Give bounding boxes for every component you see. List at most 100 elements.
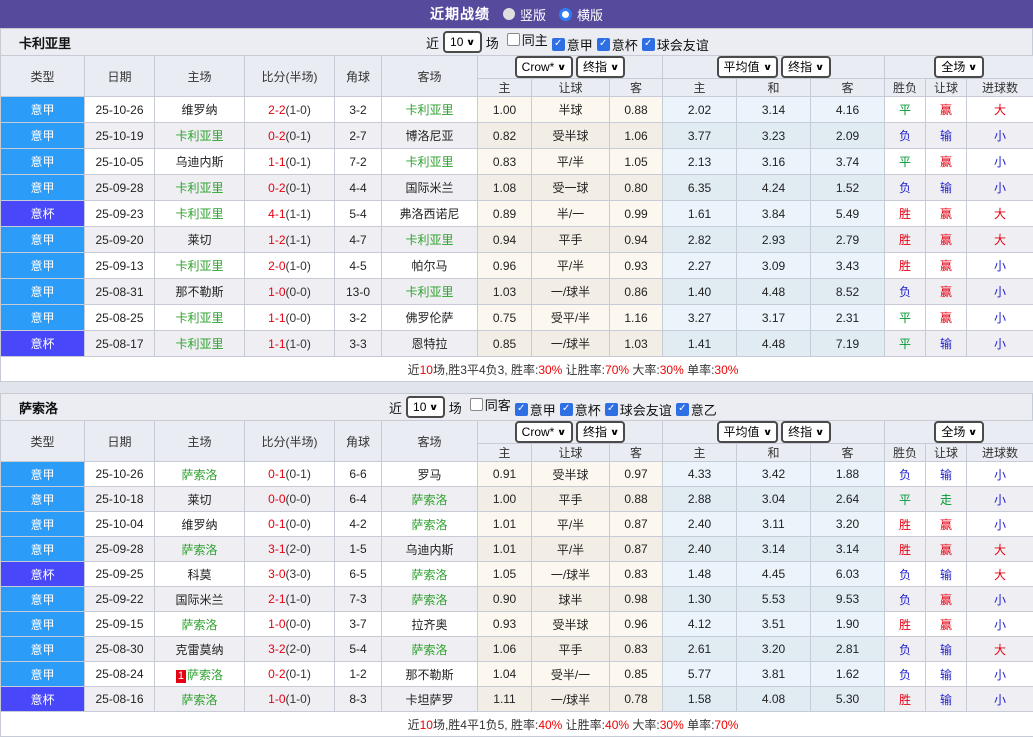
home-team-cell: 卡利亚里	[155, 305, 245, 331]
section-divider	[0, 382, 1033, 393]
chevron-down-icon: ∨	[429, 403, 439, 412]
checkbox-icon[interactable]: ✓	[605, 403, 618, 416]
final-index-select[interactable]: 终指∨	[576, 56, 625, 78]
halftime-score: (2-0)	[286, 642, 311, 656]
result-outcome: 负	[885, 637, 926, 662]
result-outcome: 胜	[885, 687, 926, 712]
result-outcome: 负	[885, 662, 926, 687]
bookmaker-select[interactable]: Crow*∨	[515, 421, 573, 443]
filter-checkbox[interactable]: ✓意杯	[597, 35, 638, 54]
scope-select[interactable]: 全场∨	[934, 421, 983, 443]
result-handicap: 赢	[926, 305, 967, 331]
avg-away-odds: 5.49	[811, 201, 885, 227]
result-goals: 小	[967, 253, 1033, 279]
halftime-score: (0-1)	[286, 467, 311, 481]
games-prefix-label: 近	[389, 398, 402, 417]
final-index-select[interactable]: 终指∨	[576, 421, 625, 443]
checkbox-icon[interactable]	[507, 33, 520, 46]
final-index2-select[interactable]: 终指∨	[781, 56, 830, 78]
radio-unselected-icon[interactable]	[559, 8, 572, 21]
league-type-cell: 意甲	[1, 97, 85, 123]
handicap-home-odds: 1.08	[478, 175, 532, 201]
chevron-down-icon: ∨	[557, 63, 567, 72]
away-team-name: 卡利亚里	[405, 285, 453, 299]
games-count-select[interactable]: 10∨	[406, 396, 445, 418]
filter-checkbox[interactable]: ✓意乙	[676, 400, 717, 419]
handicap-line: 受平/半	[532, 305, 610, 331]
match-date: 25-09-20	[85, 227, 155, 253]
league-type-cell: 意杯	[1, 562, 85, 587]
away-team-name: 帕尔马	[411, 259, 447, 273]
checkbox-icon[interactable]: ✓	[515, 403, 528, 416]
summary-row: 近10场,胜3平4负3, 胜率:30% 让胜率:70% 大率:30% 单率:30…	[1, 357, 1033, 382]
fulltime-group-header: 全场∨	[885, 56, 1033, 79]
halftime-score: (1-1)	[286, 207, 311, 221]
checkbox-icon[interactable]: ✓	[597, 38, 610, 51]
fulltime-score: 2-0	[268, 259, 285, 273]
layout-radio-horizontal[interactable]: 横版	[559, 5, 603, 24]
home-team-cell: 科莫	[155, 562, 245, 587]
match-date: 25-09-28	[85, 537, 155, 562]
sub-header-result: 胜负	[885, 444, 926, 462]
home-team-cell: 卡利亚里	[155, 201, 245, 227]
filter-checkbox[interactable]: ✓意杯	[560, 400, 601, 419]
corner-score: 13-0	[335, 279, 382, 305]
avg-home-odds: 3.77	[663, 123, 737, 149]
home-team-name: 卡利亚里	[175, 207, 223, 221]
result-outcome: 负	[885, 462, 926, 487]
home-team-cell: 卡利亚里	[155, 123, 245, 149]
away-team-name: 佛罗伦萨	[405, 311, 453, 325]
filter-checkbox[interactable]: ✓球会友谊	[642, 35, 709, 54]
sub-header-avg-away: 客	[811, 79, 885, 97]
home-team-name: 国际米兰	[175, 593, 223, 607]
handicap-home-odds: 0.89	[478, 201, 532, 227]
col-header-type: 类型	[1, 56, 85, 97]
fulltime-score: 1-2	[268, 233, 285, 247]
home-team-name: 卡利亚里	[175, 311, 223, 325]
sub-header-avg-draw: 和	[737, 79, 811, 97]
checkbox-icon[interactable]: ✓	[676, 403, 689, 416]
filter-checkbox[interactable]: ✓意甲	[515, 400, 556, 419]
checkbox-icon[interactable]: ✓	[642, 38, 655, 51]
handicap-line: 受半/一	[532, 662, 610, 687]
match-row: 意甲25-08-30克雷莫纳3-2(2-0)5-4萨索洛1.06平手0.832.…	[1, 637, 1033, 662]
scope-select[interactable]: 全场∨	[934, 56, 983, 78]
home-team-cell: 那不勒斯	[155, 279, 245, 305]
layout-radio-vertical[interactable]: 竖版	[503, 5, 546, 24]
result-handicap: 赢	[926, 279, 967, 305]
filter-checkbox[interactable]: 同客	[470, 395, 511, 414]
games-count-select[interactable]: 10∨	[443, 31, 482, 53]
handicap-line: 平/半	[532, 537, 610, 562]
handicap-group-header: Crow*∨ 终指∨	[478, 421, 663, 444]
avg-away-odds: 3.43	[811, 253, 885, 279]
bookmaker-select[interactable]: Crow*∨	[515, 56, 573, 78]
radio-selected-icon[interactable]	[503, 8, 515, 20]
filter-checkbox[interactable]: ✓意甲	[552, 35, 593, 54]
sub-header-goals-result: 进球数	[967, 79, 1033, 97]
final-index2-select[interactable]: 终指∨	[781, 421, 830, 443]
checkbox-icon[interactable]: ✓	[552, 38, 565, 51]
match-row: 意甲25-10-04维罗纳0-1(0-0)4-2萨索洛1.01平/半0.872.…	[1, 512, 1033, 537]
away-team-name: 萨索洛	[411, 593, 447, 607]
summary-value: 30%	[660, 718, 684, 732]
average-select[interactable]: 平均值∨	[717, 421, 778, 443]
chevron-down-icon: ∨	[762, 63, 772, 72]
away-team-name: 萨索洛	[411, 518, 447, 532]
corner-score: 1-2	[335, 662, 382, 687]
result-handicap: 输	[926, 123, 967, 149]
handicap-home-odds: 1.03	[478, 279, 532, 305]
col-header-home: 主场	[155, 421, 245, 462]
score-cell: 1-1(0-1)	[245, 149, 335, 175]
average-select[interactable]: 平均值∨	[717, 56, 778, 78]
result-handicap: 输	[926, 637, 967, 662]
result-handicap: 赢	[926, 149, 967, 175]
checkbox-icon[interactable]: ✓	[560, 403, 573, 416]
league-type-cell: 意甲	[1, 587, 85, 612]
avg-away-odds: 3.20	[811, 512, 885, 537]
score-cell: 0-0(0-0)	[245, 487, 335, 512]
halftime-score: (3-0)	[286, 567, 311, 581]
filter-checkbox[interactable]: 同主	[507, 30, 548, 49]
filter-checkbox[interactable]: ✓球会友谊	[605, 400, 672, 419]
checkbox-icon[interactable]	[470, 398, 483, 411]
checkbox-label: 意杯	[575, 400, 601, 419]
